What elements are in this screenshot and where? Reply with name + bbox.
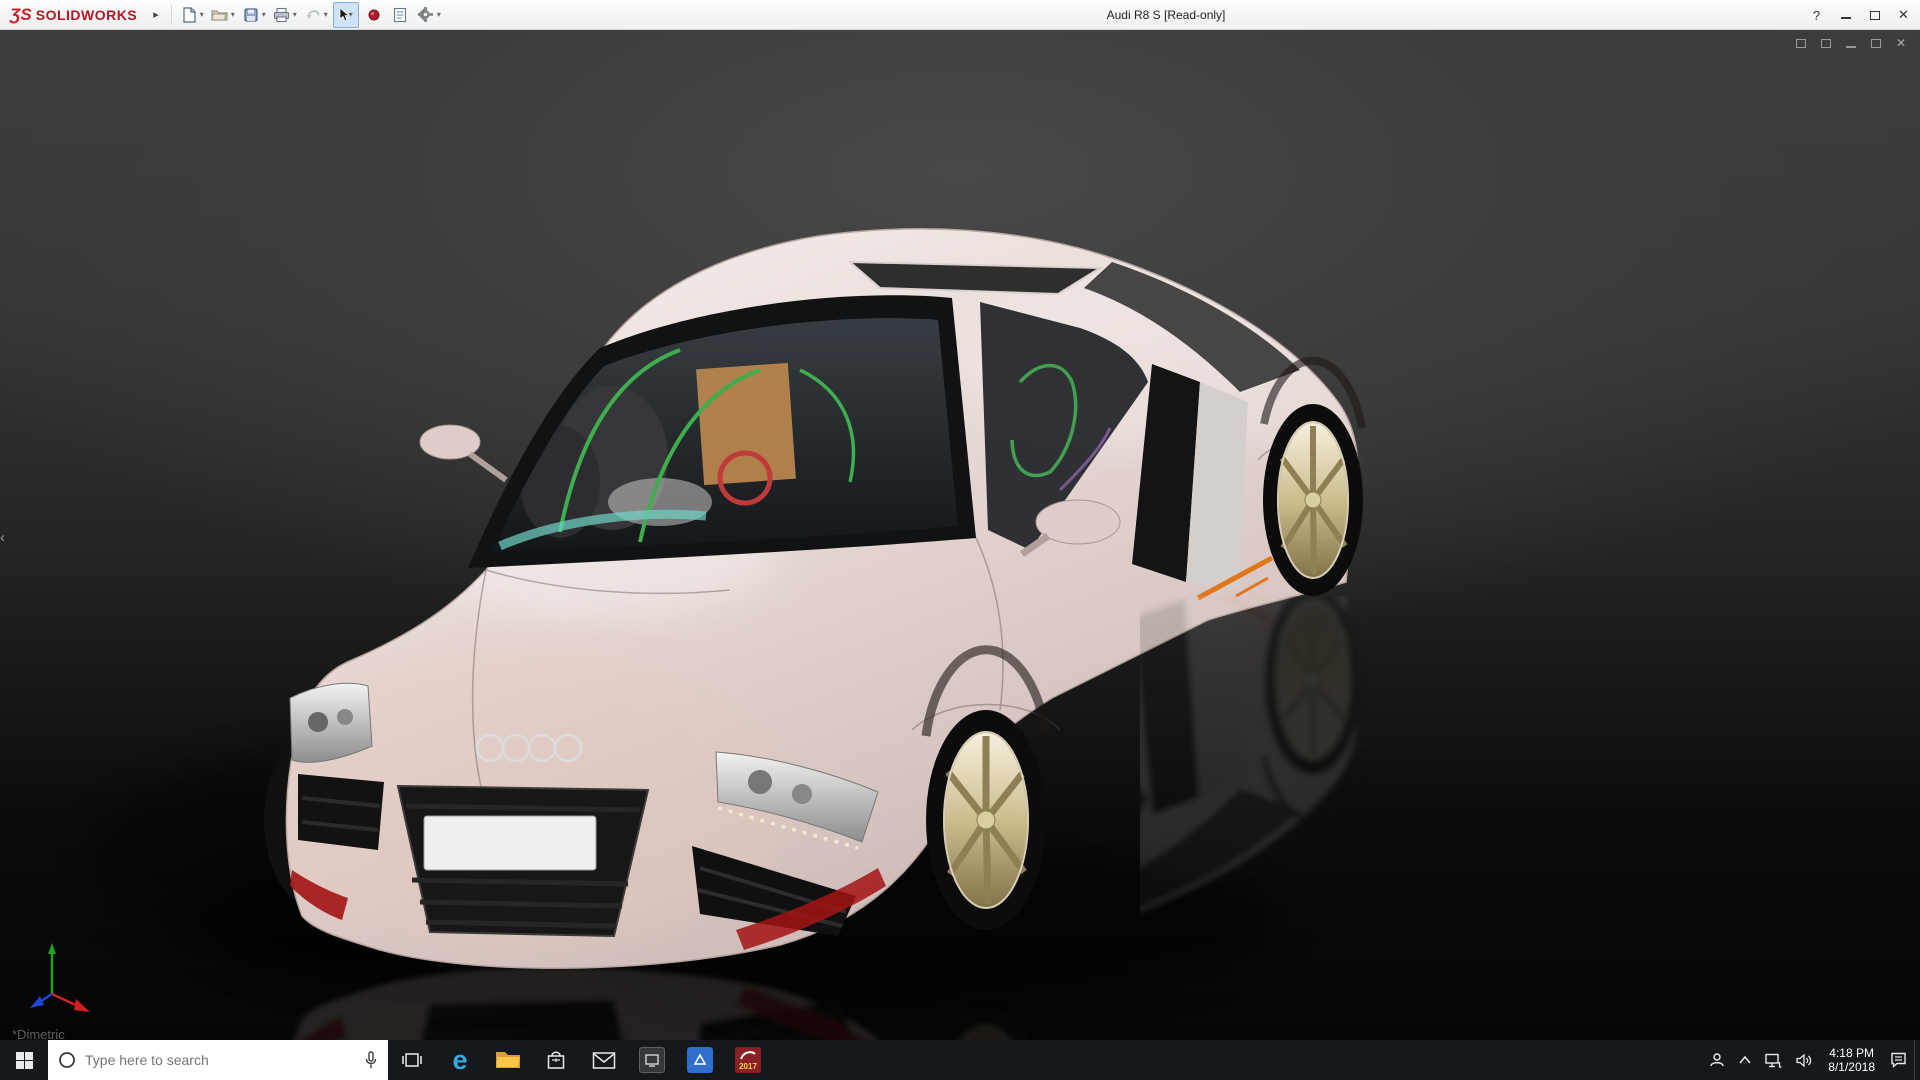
taskbar-search-box[interactable]	[48, 1040, 388, 1080]
close-button[interactable]: ✕	[1889, 0, 1918, 30]
help-button[interactable]: ?	[1802, 0, 1831, 30]
solidworks-tile-icon: 2017	[735, 1047, 761, 1073]
xpress-tools-button[interactable]	[361, 3, 387, 27]
options-button[interactable]	[413, 3, 439, 27]
roof-vent[interactable]	[847, 260, 1104, 296]
microphone-icon[interactable]	[364, 1051, 378, 1069]
select-tool-button-active[interactable]: ▾	[332, 1, 359, 28]
car-3d-model[interactable]	[0, 30, 1920, 1040]
graphics-area[interactable]: ✕ ‹ *Dimetric	[0, 30, 1920, 1040]
left-side-mirror[interactable]	[419, 424, 508, 483]
options-dropdown[interactable]: ▾	[437, 10, 441, 19]
search-input[interactable]	[85, 1052, 355, 1068]
clock[interactable]: 4:18 PM 8/1/2018	[1820, 1040, 1883, 1080]
folder-icon	[496, 1052, 520, 1068]
undo-dropdown[interactable]: ▾	[324, 10, 328, 19]
view-orientation-label: *Dimetric	[12, 1027, 65, 1040]
start-button[interactable]	[0, 1040, 48, 1080]
hidden-icons-chevron-icon[interactable]	[1732, 1040, 1758, 1080]
doc-restore-icon[interactable]	[1870, 38, 1881, 48]
license-plate[interactable]	[423, 815, 597, 871]
orientation-triad	[30, 943, 90, 1012]
save-button[interactable]	[238, 3, 264, 27]
document-window-controls: ✕	[1795, 37, 1906, 49]
solidworks-year-badge: 2017	[739, 1061, 757, 1071]
dark-app-icon	[639, 1047, 665, 1073]
people-icon[interactable]	[1702, 1040, 1732, 1080]
network-icon[interactable]	[1758, 1040, 1789, 1080]
new-document-button[interactable]	[176, 3, 202, 27]
maximize-button[interactable]	[1860, 0, 1889, 30]
titlebar: ƷS SOLIDWORKS ▸ ▾ ▾ ▾ ▾ ▾ ▾ ▾ Audi R8 S …	[0, 0, 1920, 30]
show-desktop-button[interactable]	[1914, 1040, 1920, 1080]
edrawings-icon[interactable]	[676, 1040, 724, 1080]
printer-icon	[274, 7, 290, 22]
new-document-dropdown[interactable]: ▾	[200, 10, 204, 19]
front-right-wheel[interactable]	[926, 710, 1046, 930]
menu-expander-icon[interactable]: ▸	[145, 8, 167, 21]
print-dropdown[interactable]: ▾	[293, 10, 297, 19]
edge-e-glyph: e	[452, 1044, 468, 1075]
print-button[interactable]	[269, 3, 295, 27]
edrawings-tile-icon	[687, 1047, 713, 1073]
edge-browser-icon[interactable]: e	[436, 1040, 484, 1080]
doc-pane2-icon[interactable]	[1820, 38, 1831, 48]
rear-right-wheel[interactable]	[1263, 404, 1363, 596]
windows-logo-icon	[15, 1051, 33, 1069]
undo-arrow-icon	[306, 9, 320, 19]
open-document-dropdown[interactable]: ▾	[231, 10, 235, 19]
xpress-red-icon	[368, 9, 380, 20]
system-tray: 4:18 PM 8/1/2018	[1702, 1040, 1920, 1080]
task-view-button[interactable]	[388, 1040, 436, 1080]
minimize-icon	[1840, 17, 1851, 19]
solidworks-2017-icon[interactable]: 2017	[724, 1040, 772, 1080]
sheet-tool-button[interactable]	[387, 3, 413, 27]
minimize-button[interactable]	[1831, 0, 1860, 30]
toolbar-separator	[170, 4, 172, 25]
clock-date: 8/1/2018	[1828, 1060, 1875, 1074]
select-tool-dropdown[interactable]: ▾	[349, 10, 353, 19]
front-grille[interactable]	[396, 784, 650, 938]
doc-pane-icon[interactable]	[1795, 38, 1806, 48]
taskbar: e	[0, 1040, 1920, 1080]
3ds-logo-mark-icon: ƷS	[10, 4, 32, 24]
maximize-icon	[1869, 10, 1880, 20]
standard-toolbar: ▾ ▾ ▾ ▾ ▾ ▾ ▾	[176, 1, 444, 28]
doc-minimize-icon[interactable]	[1845, 45, 1856, 48]
envelope-icon	[592, 1051, 616, 1069]
doc-close-icon[interactable]: ✕	[1896, 37, 1906, 49]
left-side-intake[interactable]	[298, 774, 384, 850]
volume-icon[interactable]	[1789, 1040, 1820, 1080]
save-dropdown[interactable]: ▾	[262, 10, 266, 19]
shopping-bag-icon	[547, 1051, 565, 1069]
mail-icon[interactable]	[580, 1040, 628, 1080]
cortana-circle-icon	[59, 1052, 75, 1068]
window-controls: ? ✕	[1802, 0, 1918, 30]
clock-time: 4:18 PM	[1829, 1046, 1874, 1060]
desktop-screen: ƷS SOLIDWORKS ▸ ▾ ▾ ▾ ▾ ▾ ▾ ▾ Audi R8 S …	[0, 0, 1920, 1080]
open-document-button[interactable]	[207, 3, 233, 27]
open-folder-icon	[211, 9, 228, 21]
solidworks-brand-label: SOLIDWORKS	[35, 6, 138, 23]
new-document-icon	[183, 6, 196, 23]
taskbar-app-dark-tile[interactable]	[628, 1040, 676, 1080]
task-view-icon	[402, 1053, 422, 1067]
undo-button[interactable]	[300, 3, 326, 27]
solidworks-logo: ƷS SOLIDWORKS	[0, 5, 145, 25]
document-title: Audi R8 S [Read-only]	[1106, 8, 1226, 22]
left-headlight[interactable]	[289, 682, 373, 763]
store-icon[interactable]	[532, 1040, 580, 1080]
gear-icon	[418, 6, 434, 23]
save-floppy-icon	[244, 7, 258, 22]
sheet-icon	[393, 7, 406, 22]
action-center-icon[interactable]	[1883, 1040, 1914, 1080]
file-explorer-icon[interactable]	[484, 1040, 532, 1080]
